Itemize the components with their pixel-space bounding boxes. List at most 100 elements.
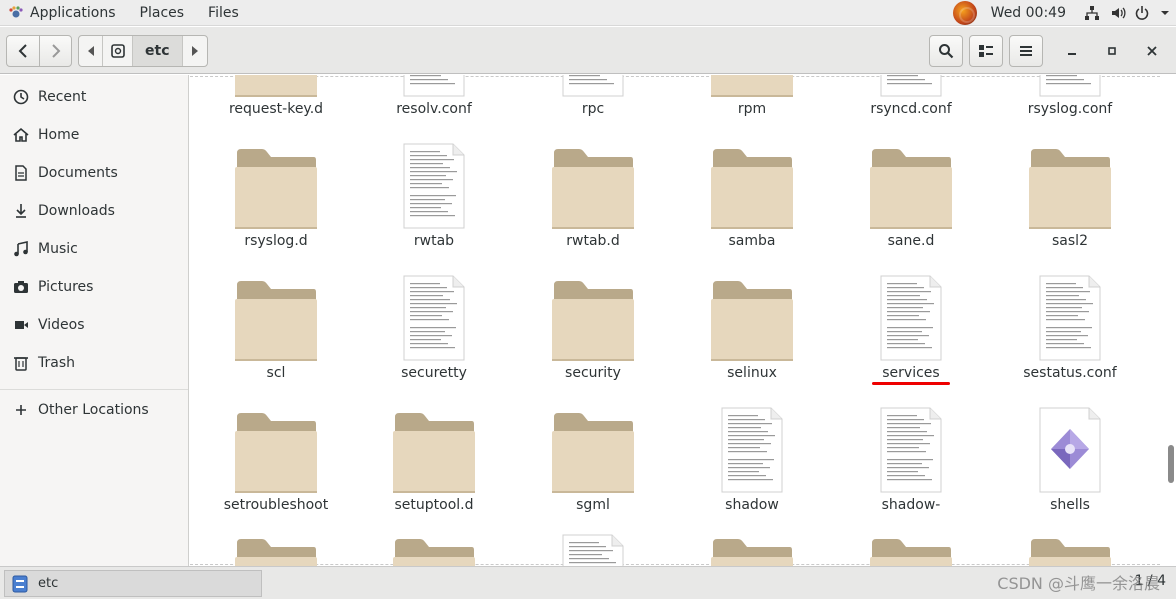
- file-label: rsyncd.conf: [870, 101, 952, 117]
- minimize-icon: [1068, 53, 1076, 55]
- text-file-icon: [562, 534, 624, 566]
- back-button[interactable]: [6, 35, 40, 67]
- gnome-foot-icon: [9, 5, 23, 17]
- sidebar-item-pictures[interactable]: Pictures: [0, 269, 188, 305]
- folder-icon: [235, 539, 317, 566]
- triangle-right-icon: [191, 46, 198, 56]
- file-label: shadow: [725, 497, 779, 513]
- file-label: rsyslog.conf: [1027, 101, 1113, 117]
- path-scroll-right-button[interactable]: [183, 36, 207, 66]
- scrollbar[interactable]: [1168, 445, 1174, 483]
- forward-button[interactable]: [39, 35, 72, 67]
- file-cabinet-icon: [12, 575, 28, 592]
- sidebar-item-label: Downloads: [38, 203, 115, 219]
- file-grid[interactable]: request-key.d resolv.conf rpc rpm rsyncd.con…: [190, 75, 1176, 566]
- close-icon: [1147, 46, 1157, 56]
- sidebar-item-recent[interactable]: Recent: [0, 79, 188, 115]
- list-view-icon: [979, 45, 993, 57]
- taskbar-window-button[interactable]: etc: [4, 570, 262, 597]
- search-icon: [939, 44, 954, 59]
- maximize-button[interactable]: [1100, 39, 1124, 63]
- sidebar-item-label: Trash: [38, 355, 75, 371]
- folder-icon: [870, 149, 952, 229]
- file-label: rwtab.d: [566, 233, 620, 249]
- volume-icon[interactable]: [1110, 5, 1126, 21]
- folder-icon: [1029, 149, 1111, 229]
- text-file-icon: [1039, 275, 1101, 361]
- file-label: setuptool.d: [394, 497, 474, 513]
- clock[interactable]: Wed 00:49: [991, 5, 1066, 21]
- sidebar-item-home[interactable]: Home: [0, 117, 188, 153]
- music-icon: [13, 241, 29, 257]
- sidebar-item-label: Documents: [38, 165, 118, 181]
- folder-icon: [1029, 539, 1111, 566]
- sidebar-item-videos[interactable]: Videos: [0, 307, 188, 343]
- file-label: resolv.conf: [396, 101, 472, 117]
- firefox-icon[interactable]: [952, 1, 977, 25]
- folder-icon: [235, 75, 317, 97]
- path-bar: etc: [78, 35, 208, 67]
- places-menu[interactable]: Places: [132, 0, 193, 26]
- sidebar-item-documents[interactable]: Documents: [0, 155, 188, 191]
- file-label: services: [882, 365, 940, 381]
- sidebar-item-label: Other Locations: [38, 402, 149, 418]
- file-label: sestatus.conf: [1023, 365, 1117, 381]
- text-file-icon: [880, 407, 942, 493]
- path-scroll-left-button[interactable]: [79, 36, 103, 66]
- file-label: scl: [266, 365, 286, 381]
- video-icon: [13, 317, 29, 333]
- file-label: rpc: [581, 101, 605, 117]
- sidebar-item-trash[interactable]: Trash: [0, 345, 188, 381]
- folder-icon: [552, 281, 634, 361]
- applications-menu[interactable]: Applications: [0, 0, 124, 26]
- network-icon[interactable]: [1084, 5, 1100, 21]
- file-label: securetty: [401, 365, 467, 381]
- folder-icon: [711, 539, 793, 566]
- folder-icon: [711, 75, 793, 97]
- menu-button[interactable]: [1009, 35, 1043, 67]
- rubber-band-top: [190, 76, 1160, 77]
- header-bar: etc: [0, 27, 1176, 74]
- power-icon[interactable]: [1134, 5, 1150, 21]
- folder-icon: [552, 413, 634, 493]
- chevron-right-icon: [51, 44, 60, 58]
- file-label: rwtab: [413, 233, 455, 249]
- sidebar-separator: [0, 389, 188, 390]
- file-label: samba: [728, 233, 776, 249]
- path-current-label: etc: [145, 43, 170, 59]
- triangle-left-icon: [87, 46, 94, 56]
- file-label: rpm: [737, 101, 767, 117]
- plus-icon: [13, 402, 29, 418]
- text-file-icon: [1039, 75, 1101, 97]
- close-button[interactable]: [1140, 39, 1164, 63]
- chevron-left-icon: [18, 44, 27, 58]
- file-label: shadow-: [881, 497, 941, 513]
- text-file-icon: [403, 143, 465, 229]
- chevron-down-icon[interactable]: [1160, 8, 1170, 18]
- folder-icon: [235, 413, 317, 493]
- folder-icon: [552, 149, 634, 229]
- search-button[interactable]: [929, 35, 963, 67]
- sidebar-item-downloads[interactable]: Downloads: [0, 193, 188, 229]
- taskbar-window-label: etc: [38, 576, 59, 591]
- applications-label: Applications: [30, 4, 116, 21]
- file-label: shells: [1050, 497, 1090, 513]
- red-underline-annotation: [872, 382, 950, 385]
- files-menu[interactable]: Files: [200, 0, 247, 26]
- sidebar: Recent Home Documents Downloads Music Pi…: [0, 75, 189, 566]
- sidebar-item-label: Videos: [38, 317, 85, 333]
- path-root-button[interactable]: [103, 36, 133, 66]
- sidebar-item-other-locations[interactable]: Other Locations: [0, 392, 188, 428]
- minimize-button[interactable]: [1060, 39, 1084, 63]
- text-file-icon: [880, 275, 942, 361]
- path-segment-etc[interactable]: etc: [133, 36, 183, 66]
- text-file-icon: [403, 75, 465, 97]
- download-icon: [13, 203, 29, 219]
- view-mode-button[interactable]: [969, 35, 1003, 67]
- folder-icon: [711, 149, 793, 229]
- rubber-band-bottom: [190, 564, 1160, 565]
- text-file-icon: [562, 75, 624, 97]
- top-panel: Applications Places Files Wed 00:49: [0, 0, 1176, 26]
- sidebar-item-music[interactable]: Music: [0, 231, 188, 267]
- folder-icon: [393, 413, 475, 493]
